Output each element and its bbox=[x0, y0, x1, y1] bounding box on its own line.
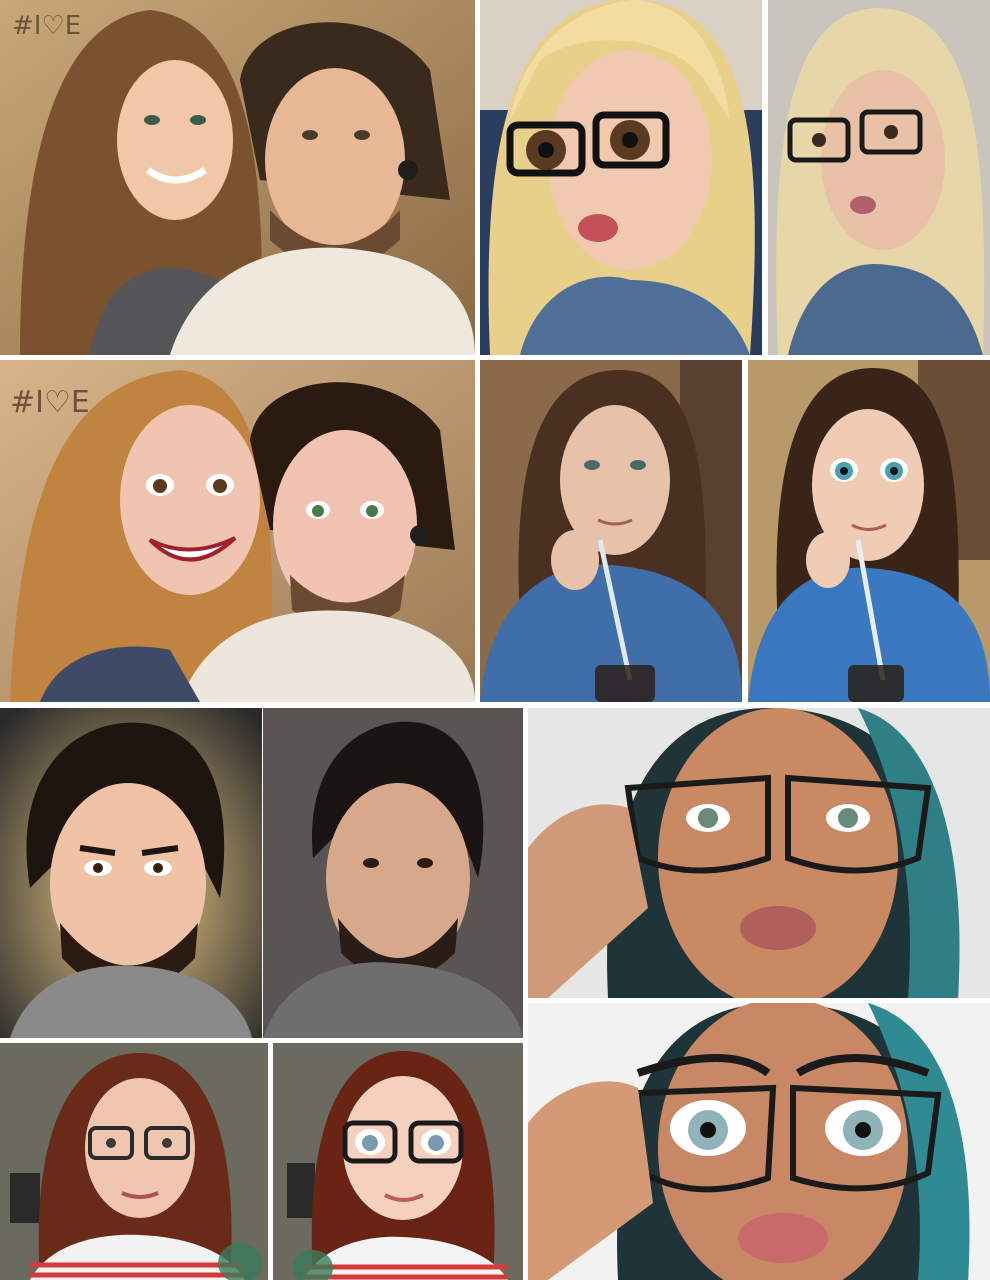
teal-hair-glasses-cartoon bbox=[528, 1003, 990, 1280]
blonde-glasses-cartoon bbox=[480, 0, 762, 355]
couple-selfie-cartoon: #I♡E bbox=[0, 360, 475, 702]
teal-hair-glasses-photo bbox=[528, 708, 990, 998]
couple-selfie-photo: #I♡E bbox=[0, 0, 475, 355]
redhead-glasses-cartoon bbox=[273, 1043, 523, 1280]
woman-denim-straw-cartoon bbox=[748, 360, 990, 702]
bearded-man-cartoon bbox=[0, 708, 262, 1038]
blonde-glasses-photo bbox=[768, 0, 990, 355]
bearded-man-photo bbox=[263, 708, 523, 1038]
woman-denim-straw-photo bbox=[480, 360, 742, 702]
wall-graffiti-text-cartoon: #I♡E bbox=[10, 385, 90, 420]
wall-graffiti-text: #I♡E bbox=[12, 11, 81, 41]
redhead-glasses-photo bbox=[0, 1043, 268, 1280]
